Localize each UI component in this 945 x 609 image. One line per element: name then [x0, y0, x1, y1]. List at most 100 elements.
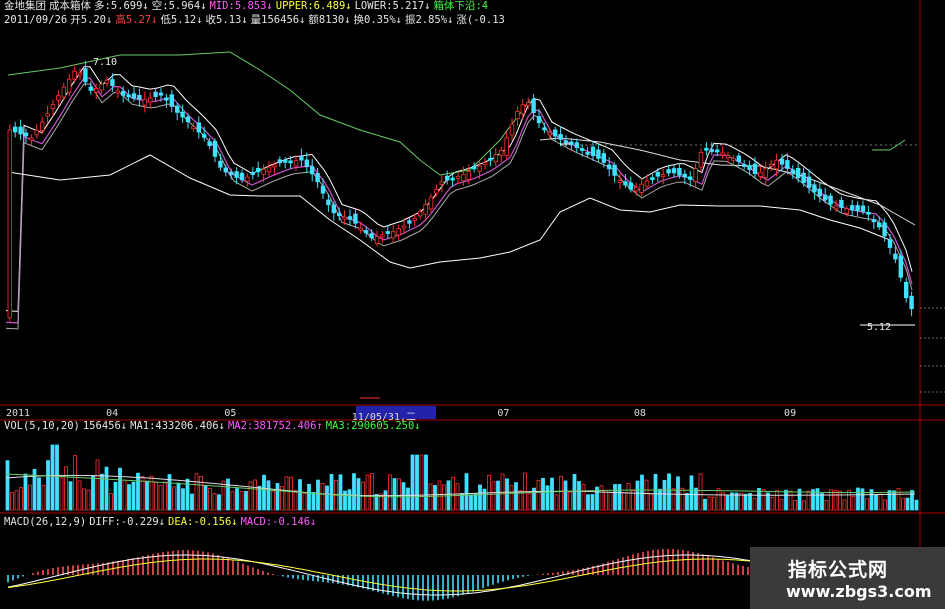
candle-down: [898, 255, 903, 278]
header-field: DIFF:-0.229↓: [89, 516, 166, 528]
volume-bar: [289, 476, 293, 511]
volume-bar: [28, 484, 32, 511]
volume-bar: [19, 487, 23, 511]
candle-down: [855, 205, 860, 212]
volume-bar: [14, 490, 19, 511]
volume-bar: [131, 481, 136, 511]
candle-down: [531, 98, 536, 114]
candle-down: [871, 219, 876, 223]
volume-bar: [802, 500, 806, 511]
candle-down: [488, 157, 493, 161]
volume-bar: [770, 496, 775, 511]
candle-up: [520, 104, 525, 115]
volume-bar: [136, 472, 140, 511]
candle-down: [823, 194, 828, 201]
volume-bar: [194, 473, 199, 511]
volume-bar: [163, 481, 167, 511]
volume-bar: [518, 490, 523, 511]
volume-bar: [266, 480, 271, 511]
candle-up: [466, 171, 471, 180]
candle-up: [50, 104, 56, 109]
volume-bar: [635, 480, 640, 511]
candle-up: [725, 155, 731, 159]
volume-bar: [68, 481, 73, 511]
volume-bar: [599, 485, 604, 511]
candle-down: [801, 172, 806, 184]
header-field: LOWER:5.217↓: [354, 0, 431, 12]
volume-bar: [905, 497, 910, 511]
candle-down: [331, 204, 336, 214]
volume-bar: [262, 474, 266, 511]
candle-down: [671, 168, 677, 174]
volume-bar: [455, 483, 460, 511]
volume-bar: [302, 492, 307, 511]
candle-up: [477, 165, 482, 172]
volume-bar: [878, 493, 883, 511]
volume-bar: [554, 494, 559, 511]
candle-down: [207, 141, 212, 147]
volume-bar: [514, 482, 518, 511]
volume-bar: [347, 489, 352, 511]
volume-bar: [275, 483, 280, 511]
candle-down: [83, 68, 88, 83]
volume-bar: [545, 485, 550, 511]
candle-down: [893, 253, 898, 260]
volume-bar: [653, 473, 658, 511]
candle-up: [261, 168, 266, 175]
candle-down: [628, 182, 633, 190]
volume-bar: [37, 477, 41, 511]
header-field: 换0.35%↓: [353, 14, 402, 26]
candle-down: [353, 213, 358, 224]
volume-bar: [122, 479, 127, 511]
volume-bar: [811, 489, 815, 511]
candle-up: [758, 171, 763, 177]
volume-bar: [352, 473, 356, 511]
candle-up: [191, 126, 196, 129]
volume-bar: [64, 466, 68, 511]
candle-up: [417, 211, 423, 217]
candle-down: [850, 205, 855, 211]
candle-down: [185, 116, 191, 123]
volume-bar: [10, 492, 14, 511]
header-field: UPPER:6.489↓: [275, 0, 352, 12]
volume-bar: [212, 493, 217, 511]
volume-bar: [424, 454, 428, 511]
candle-down: [320, 185, 326, 194]
volume-bar: [824, 500, 829, 511]
time-axis-label: 08: [633, 408, 646, 419]
time-axis-label: 04: [106, 408, 119, 419]
candle-up: [509, 123, 515, 136]
volume-bar: [226, 478, 230, 511]
volume-bar: [217, 494, 221, 511]
candle-down: [650, 177, 655, 180]
volume-bar: [203, 485, 208, 511]
candle-down: [444, 175, 450, 181]
volume-bar: [914, 499, 919, 511]
candle-up: [380, 234, 385, 238]
volume-bar: [586, 494, 590, 511]
candle-down: [250, 171, 255, 175]
volume-bar: [496, 480, 500, 511]
candle-up: [7, 129, 12, 319]
volume-bar: [689, 475, 694, 511]
candle-down: [839, 199, 844, 208]
volume-bar: [118, 467, 122, 511]
volume-bar: [734, 492, 739, 511]
volume-bar: [316, 479, 320, 511]
volume-bar: [842, 499, 847, 511]
candle-up: [390, 230, 396, 239]
header-field: MA1:433206.406↓: [130, 420, 225, 432]
volume-bar: [158, 484, 163, 511]
candle-down: [347, 216, 353, 220]
volume-bar: [221, 480, 226, 511]
candle-down: [704, 147, 709, 151]
volume-bar: [365, 474, 370, 511]
candle-up: [40, 121, 45, 131]
volume-bar: [883, 499, 887, 511]
volume-bar: [293, 489, 298, 511]
candle-up: [374, 236, 380, 244]
volume-bar: [190, 493, 194, 511]
volume-bar: [901, 497, 905, 511]
candle-down: [574, 142, 579, 148]
volume-bar: [680, 487, 685, 511]
